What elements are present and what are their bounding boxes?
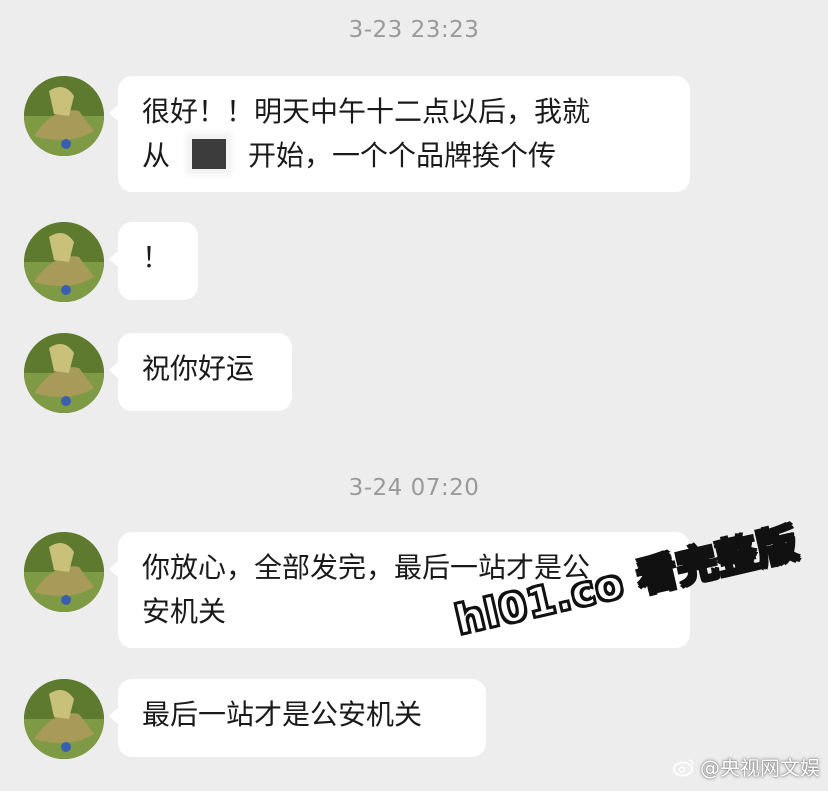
weibo-icon xyxy=(673,758,694,776)
message-text: 很好！！明天中午十二点以后，我就 xyxy=(142,95,591,128)
message-text: 从 开始，一个个品牌挨个传 xyxy=(142,134,666,178)
message-bubble[interactable]: 祝你好运 xyxy=(109,333,292,411)
message-text: ！ xyxy=(142,241,171,274)
contact-avatar[interactable] xyxy=(24,333,104,413)
message-text-part: 从 xyxy=(142,139,171,172)
message-bubble[interactable]: 很好！！明天中午十二点以后，我就 从 开始，一个个品牌挨个传 xyxy=(109,76,690,192)
contact-avatar[interactable] xyxy=(24,532,104,612)
timestamp: 3-23 23:23 xyxy=(348,17,480,43)
message-bubble[interactable]: 最后一站才是公安机关 xyxy=(109,679,486,757)
message-text-part: 开始，一个个品牌挨个传 xyxy=(248,139,557,172)
source-watermark: @央视网文娱 xyxy=(672,752,820,781)
timestamp: 3-24 07:20 xyxy=(348,475,480,501)
message-text: 祝你好运 xyxy=(142,352,255,385)
message-bubble[interactable]: ！ xyxy=(109,222,198,300)
watermark-text: @央视网文娱 xyxy=(700,756,820,780)
contact-avatar[interactable] xyxy=(24,76,104,156)
contact-avatar[interactable] xyxy=(24,222,104,302)
contact-avatar[interactable] xyxy=(24,679,104,759)
redaction-block xyxy=(192,139,227,169)
message-text: 最后一站才是公安机关 xyxy=(142,698,423,731)
